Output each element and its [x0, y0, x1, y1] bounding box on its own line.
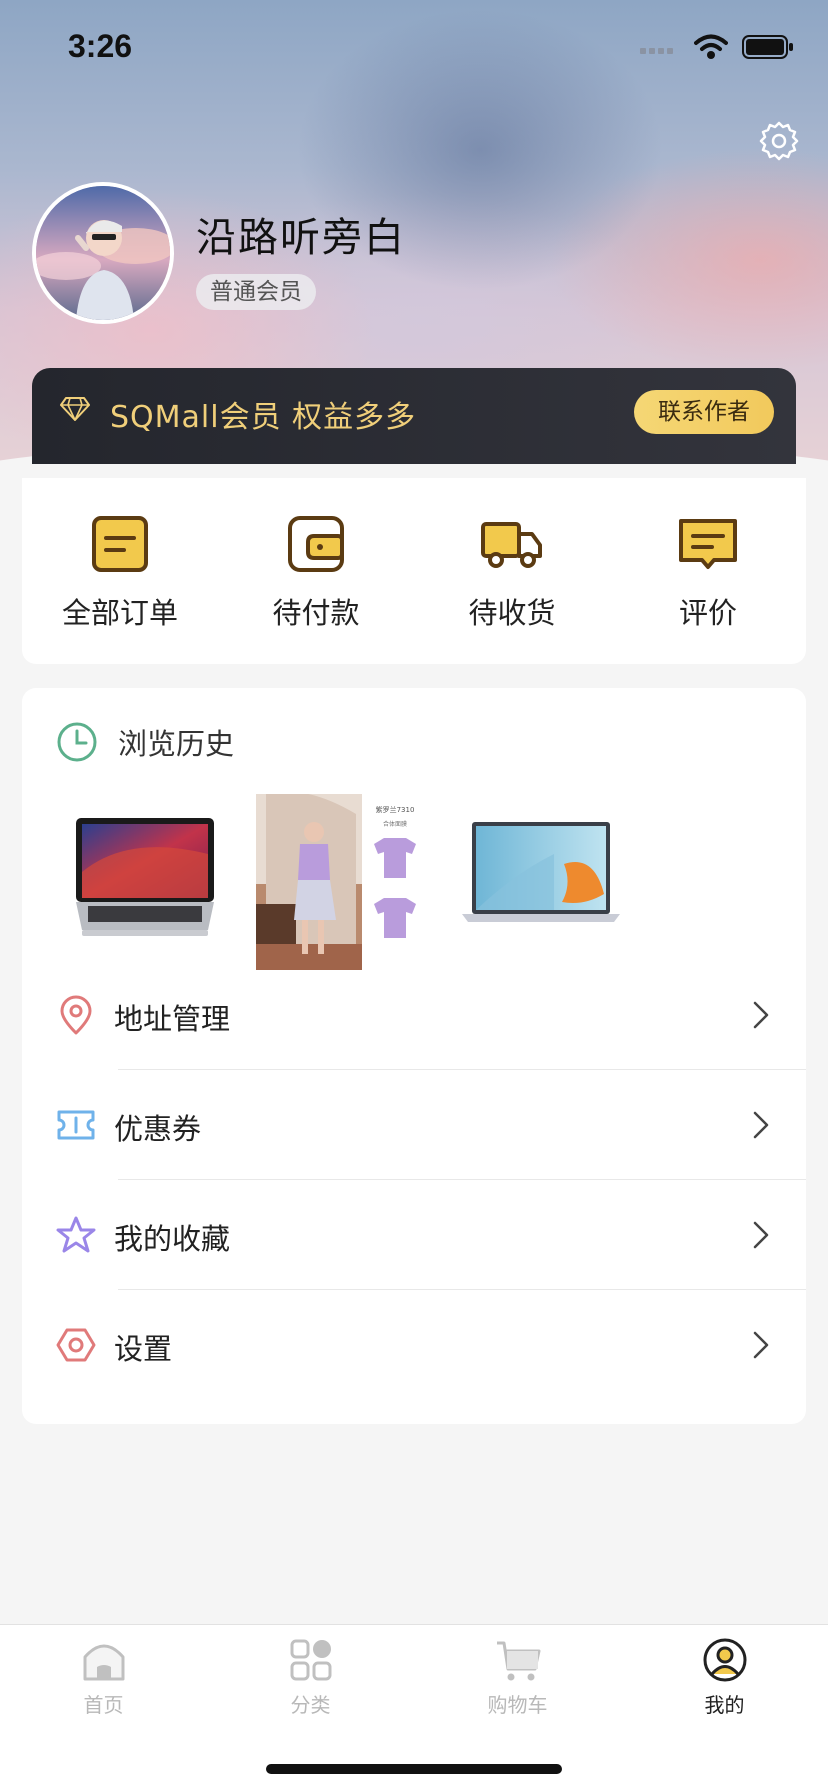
tab-label: 首页 — [83, 1693, 124, 1717]
menu-item-address[interactable]: 地址管理 — [22, 960, 806, 1070]
order-review[interactable]: 评价 — [610, 478, 806, 664]
menu-label: 我的收藏 — [114, 1222, 231, 1256]
tab-label: 购物车 — [487, 1693, 548, 1717]
history-list: 紫罗兰7310 合体面膜 — [58, 791, 626, 970]
order-label: 待收货 — [468, 596, 556, 630]
diamond-icon — [60, 397, 90, 421]
tab-label: 分类 — [290, 1693, 331, 1717]
order-all[interactable]: 全部订单 — [22, 478, 218, 664]
member-level-badge: 普通会员 — [196, 274, 316, 310]
history-item-laptop[interactable] — [454, 794, 626, 970]
tab-label: 我的 — [704, 1693, 745, 1717]
profile-header: 3:26 沿路听旁白 普通会员 SQMall会员 权益多多 联系作者 — [0, 0, 828, 480]
menu-label: 设置 — [114, 1332, 173, 1366]
signal-icon — [640, 48, 673, 54]
hexagon-settings-icon — [56, 1328, 96, 1362]
home-icon — [83, 1644, 124, 1681]
category-icon — [290, 1639, 331, 1681]
chevron-right-icon — [753, 1111, 769, 1139]
tab-cart[interactable]: 购物车 — [414, 1637, 621, 1718]
laptop-macbook-image — [76, 818, 214, 936]
orders-card: 全部订单 待付款 待收货 评价 — [22, 478, 806, 664]
coupon-icon — [57, 1110, 95, 1140]
order-pending-payment[interactable]: 待付款 — [218, 478, 414, 664]
battery-icon — [742, 35, 793, 59]
chevron-right-icon — [753, 1331, 769, 1359]
cart-icon — [496, 1641, 540, 1681]
history-header: 浏览历史 — [56, 720, 234, 764]
history-thumb-caption: 紫罗兰7310 — [376, 805, 415, 814]
history-title: 浏览历史 — [118, 727, 235, 761]
home-indicator — [266, 1764, 562, 1774]
avatar[interactable] — [32, 182, 174, 324]
history-thumb-subcaption: 合体面膜 — [383, 820, 407, 828]
menu-item-coupon[interactable]: 优惠券 — [22, 1070, 806, 1180]
user-name: 沿路听旁白 — [196, 215, 406, 261]
menu-list: 地址管理 优惠券 我的收藏 设置 — [22, 960, 806, 1400]
status-bar: 3:26 — [0, 0, 828, 100]
history-item-clothing[interactable]: 紫罗兰7310 合体面膜 — [256, 791, 428, 970]
contact-author-button[interactable]: 联系作者 — [634, 390, 774, 434]
delivery-truck-icon — [481, 522, 542, 568]
settings-gear-icon[interactable] — [756, 118, 802, 164]
order-label: 待付款 — [272, 596, 360, 630]
chevron-right-icon — [753, 1001, 769, 1029]
status-icons — [640, 34, 794, 60]
comment-icon — [679, 519, 737, 569]
profile-icon — [703, 1638, 746, 1682]
order-label: 全部订单 — [61, 596, 178, 630]
chevron-right-icon — [753, 1221, 769, 1249]
tab-profile[interactable]: 我的 — [621, 1637, 828, 1718]
main-card: 浏览历史 紫罗兰7310 合体面膜 地址管理 优惠券 我的收藏 设置 — [22, 688, 806, 1424]
tab-home[interactable]: 首页 — [0, 1637, 207, 1718]
location-pin-icon — [60, 995, 92, 1035]
menu-item-settings[interactable]: 设置 — [22, 1290, 806, 1400]
order-pending-delivery[interactable]: 待收货 — [414, 478, 610, 664]
wallet-icon — [288, 516, 344, 572]
clock-icon — [57, 722, 97, 762]
avatar-illustration — [36, 186, 170, 320]
order-list-icon — [92, 516, 148, 572]
history-item-macbook[interactable] — [58, 794, 230, 970]
clothing-tshirt-image: 紫罗兰7310 合体面膜 — [256, 791, 428, 970]
menu-label: 地址管理 — [114, 1002, 231, 1036]
vip-promo-text: SQMall会员 权益多多 — [110, 400, 417, 435]
menu-item-favorites[interactable]: 我的收藏 — [22, 1180, 806, 1290]
vip-banner[interactable]: SQMall会员 权益多多 联系作者 — [32, 368, 796, 464]
laptop-windows-image — [462, 822, 620, 922]
wifi-icon — [694, 34, 728, 59]
order-label: 评价 — [678, 596, 737, 630]
status-time: 3:26 — [68, 28, 133, 64]
star-icon — [56, 1216, 96, 1253]
tab-category[interactable]: 分类 — [207, 1637, 414, 1718]
menu-label: 优惠券 — [114, 1112, 202, 1146]
